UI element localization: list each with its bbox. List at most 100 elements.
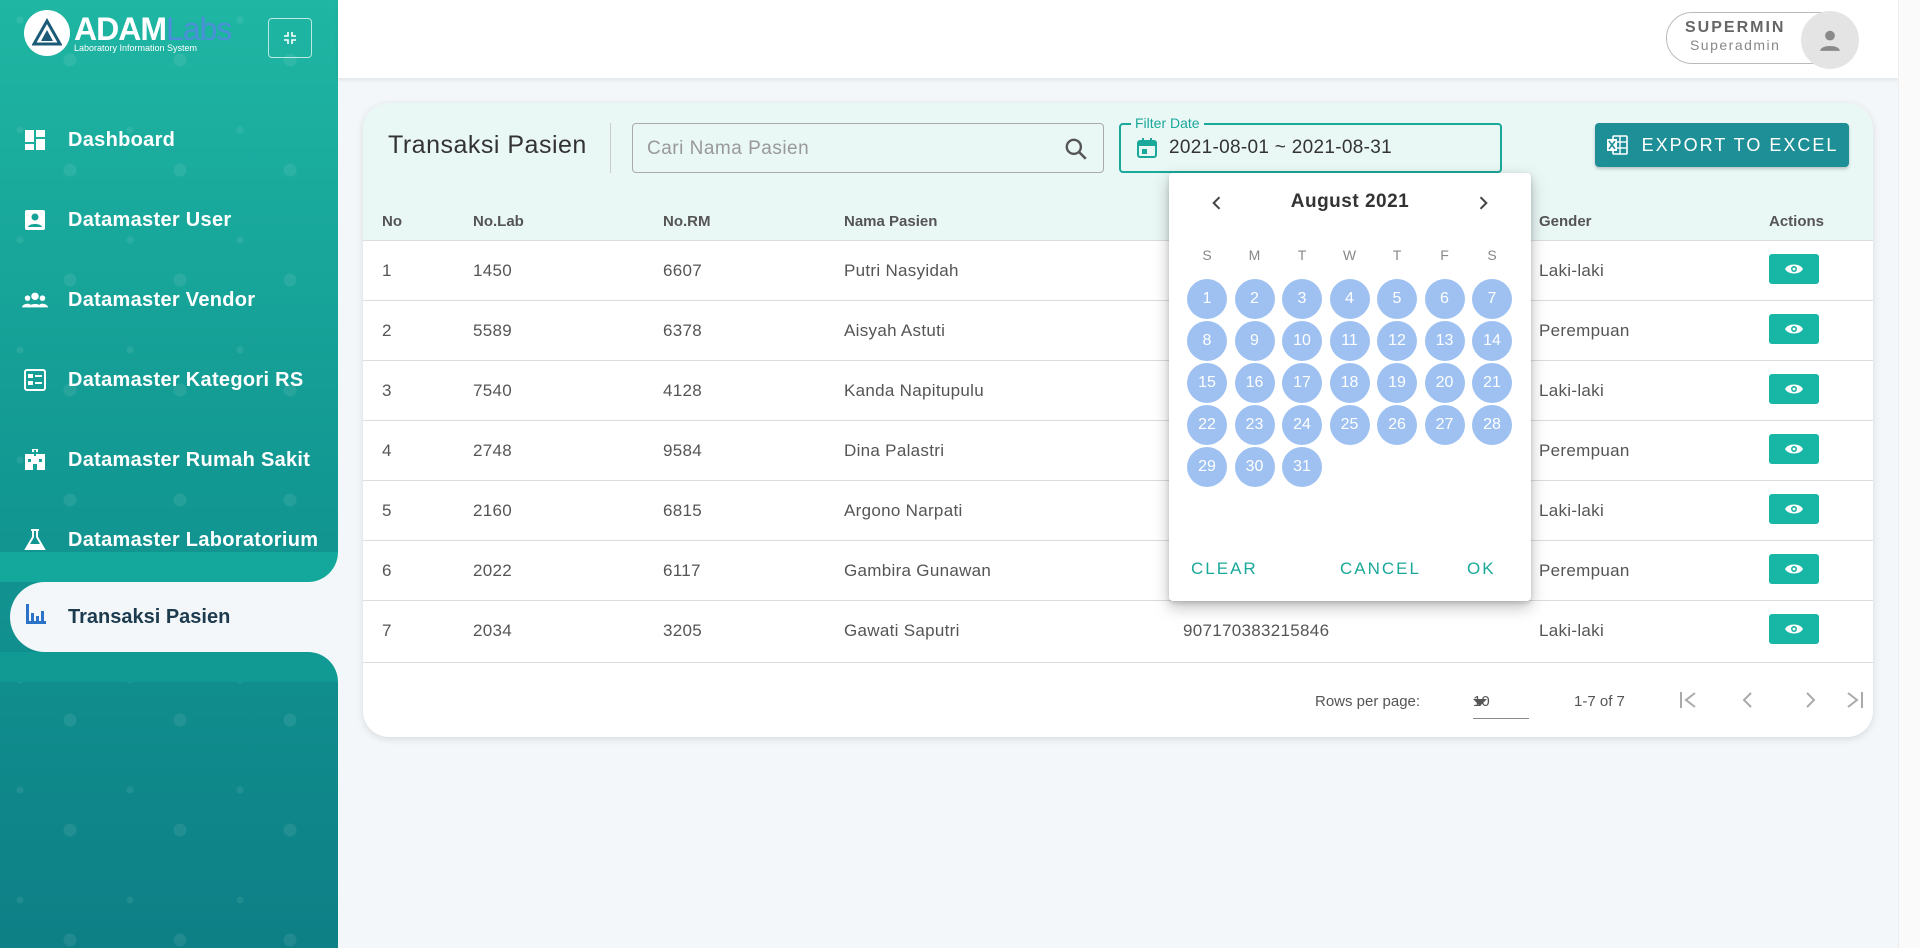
day-cell-selected[interactable]: 23 [1234, 405, 1275, 445]
pagination: Rows per page: 10 1-7 of 7 [363, 663, 1873, 737]
cell-nama-pasien: Aisyah Astuti [844, 321, 946, 340]
active-corner-top [0, 552, 338, 582]
cell-no: 4 [382, 441, 392, 460]
view-detail-button[interactable] [1769, 434, 1819, 464]
col-header-no[interactable]: No [382, 213, 402, 230]
day-cell-selected[interactable]: 7 [1472, 279, 1512, 319]
sidebar-item-datamaster-kategori-rs[interactable]: Datamaster Kategori RS [0, 340, 338, 420]
dropdown-caret-icon [1473, 699, 1487, 706]
day-cell-selected[interactable]: 15 [1187, 363, 1227, 403]
col-header-nama-pasien[interactable]: Nama Pasien [844, 213, 937, 230]
table-row: 4 2748 9584 Dina Palastri Perempuan [363, 420, 1873, 480]
day-cell-selected[interactable]: 31 [1282, 447, 1322, 487]
view-detail-button[interactable] [1769, 554, 1819, 584]
day-cell-selected[interactable]: 12 [1377, 321, 1417, 361]
weekday-header: W [1342, 247, 1357, 263]
day-cell-selected[interactable]: 30 [1234, 447, 1275, 487]
search-input[interactable] [647, 134, 1047, 164]
view-detail-button[interactable] [1769, 314, 1819, 344]
view-detail-button[interactable] [1769, 254, 1819, 284]
flask-icon [22, 527, 48, 553]
avatar[interactable] [1801, 11, 1859, 69]
list-card-icon [22, 367, 48, 393]
day-cell-selected[interactable]: 20 [1424, 363, 1465, 403]
col-header-gender[interactable]: Gender [1539, 213, 1592, 230]
sidebar-item-datamaster-user[interactable]: Datamaster User [0, 180, 338, 260]
day-cell-selected[interactable]: 3 [1282, 279, 1322, 319]
day-cell-selected[interactable]: 21 [1472, 363, 1512, 403]
day-cell-selected[interactable]: 25 [1329, 405, 1370, 445]
cell-no: 7 [382, 621, 392, 640]
cell-no-lab: 1450 [473, 261, 513, 280]
day-cell-selected[interactable]: 27 [1424, 405, 1465, 445]
col-header-no-rm[interactable]: No.RM [663, 213, 711, 230]
day-cell-selected[interactable]: 6 [1424, 279, 1465, 319]
col-header-no-lab[interactable]: No.Lab [473, 213, 524, 230]
day-cell-selected[interactable]: 26 [1377, 405, 1417, 445]
view-detail-button[interactable] [1769, 614, 1819, 644]
cell-no-rm: 6117 [663, 561, 701, 580]
sidebar-item-datamaster-rumah-sakit[interactable]: Datamaster Rumah Sakit [0, 420, 338, 500]
view-detail-button[interactable] [1769, 374, 1819, 404]
cell-nama-pasien: Gawati Saputri [844, 621, 960, 640]
day-cell-selected[interactable]: 24 [1282, 405, 1322, 445]
day-cell-selected[interactable]: 22 [1187, 405, 1227, 445]
day-cell-selected[interactable]: 19 [1377, 363, 1417, 403]
day-cell-selected[interactable]: 29 [1187, 447, 1227, 487]
dashboard-icon [22, 127, 48, 153]
rows-per-page-select[interactable]: 10 [1473, 687, 1529, 719]
day-cell-selected[interactable]: 4 [1329, 279, 1370, 319]
day-cell-selected[interactable]: 11 [1329, 321, 1370, 361]
page-scrollbar[interactable] [1898, 0, 1920, 948]
day-cell-selected[interactable]: 18 [1329, 363, 1370, 403]
weekday-header: S [1487, 247, 1497, 263]
cell-nama-pasien: Putri Nasyidah [844, 261, 959, 280]
cell-nama-pasien: Kanda Napitupulu [844, 381, 984, 400]
last-page-button[interactable] [1840, 685, 1870, 715]
picker-ok-button[interactable]: OK [1467, 559, 1496, 579]
rows-per-page-label: Rows per page: [1315, 693, 1421, 710]
sidebar-item-label: Datamaster Vendor [68, 288, 256, 311]
first-page-button[interactable] [1673, 685, 1703, 715]
sidebar-item-dashboard[interactable]: Dashboard [0, 100, 338, 180]
cell-no-lab: 2160 [473, 501, 513, 520]
day-cell-selected[interactable]: 16 [1234, 363, 1275, 403]
day-cell-selected[interactable]: 28 [1472, 405, 1512, 445]
cell-no-lab: 2748 [473, 441, 513, 460]
cell-nama-pasien: Dina Palastri [844, 441, 945, 460]
user-menu[interactable]: SUPERMIN Superadmin [1666, 11, 1859, 69]
weekday-header: F [1440, 247, 1449, 263]
day-cell-selected[interactable]: 8 [1187, 321, 1227, 361]
day-cell-selected[interactable]: 1 [1187, 279, 1227, 319]
day-cell-selected[interactable]: 10 [1282, 321, 1322, 361]
picker-cancel-button[interactable]: CANCEL [1340, 559, 1421, 579]
day-cell-selected[interactable]: 5 [1377, 279, 1417, 319]
sidebar-item-transaksi-pasien[interactable]: Transaksi Pasien [10, 582, 338, 652]
export-excel-button[interactable]: EXPORT TO EXCEL [1595, 123, 1849, 167]
date-filter-field[interactable]: Filter Date 2021-08-01 ~ 2021-08-31 [1119, 115, 1502, 173]
eye-icon [1785, 444, 1803, 454]
sidebar-item-datamaster-vendor[interactable]: Datamaster Vendor [0, 260, 338, 340]
next-page-button[interactable] [1795, 685, 1825, 715]
day-cell-selected[interactable]: 14 [1472, 321, 1512, 361]
sidebar-item-label: Datamaster Rumah Sakit [68, 448, 311, 471]
col-header-actions: Actions [1769, 213, 1825, 230]
view-detail-button[interactable] [1769, 494, 1819, 524]
hospital-icon [22, 447, 48, 473]
search-icon[interactable] [1063, 136, 1089, 166]
day-cell-selected[interactable]: 9 [1234, 321, 1275, 361]
picker-clear-button[interactable]: CLEAR [1191, 559, 1258, 579]
table-row: 3 7540 4128 Kanda Napitupulu Laki-laki [363, 360, 1873, 420]
day-cell-selected[interactable]: 17 [1282, 363, 1322, 403]
day-cell-selected[interactable]: 2 [1234, 279, 1275, 319]
cell-no-rm: 6607 [663, 261, 703, 280]
chevron-right-icon [1806, 692, 1816, 708]
app-logo[interactable]: ADAMLabs Laboratory Information System [24, 10, 232, 56]
cell-no: 2 [382, 321, 392, 340]
next-month-button[interactable] [1469, 189, 1497, 217]
last-page-icon [1847, 692, 1863, 708]
collapse-sidebar-button[interactable] [268, 18, 312, 58]
table-row: 6 2022 6117 Gambira Gunawan Perempuan [363, 540, 1873, 600]
day-cell-selected[interactable]: 13 [1424, 321, 1465, 361]
prev-page-button[interactable] [1733, 685, 1763, 715]
